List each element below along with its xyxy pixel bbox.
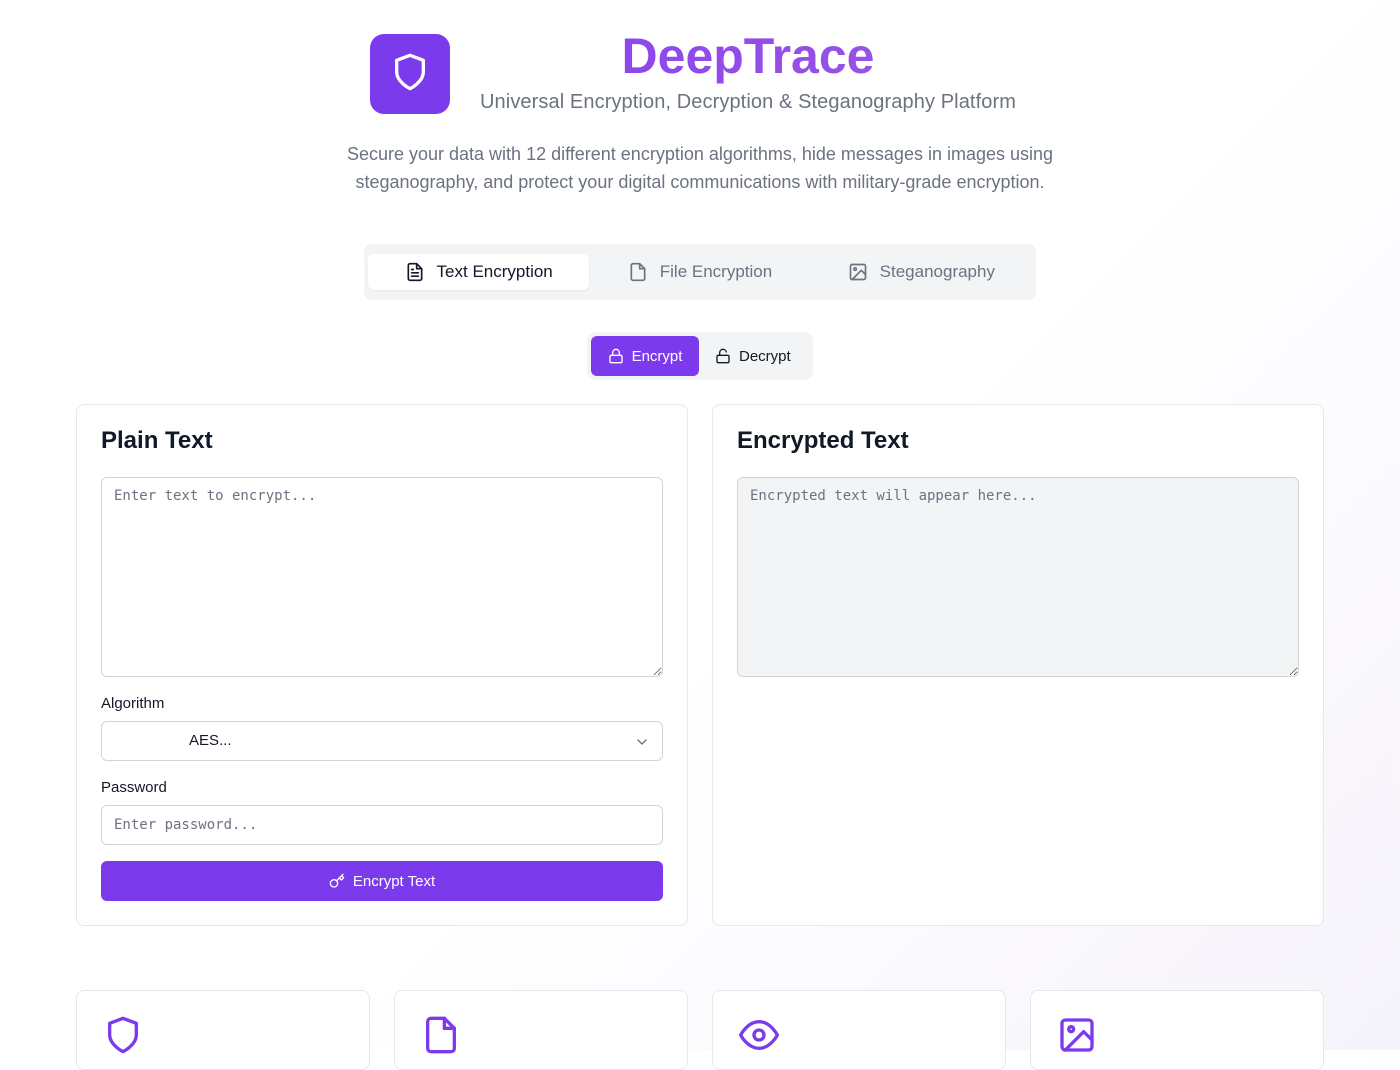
tab-label: Steganography [879,262,995,281]
file-icon [628,262,648,282]
shield-icon [390,52,430,97]
algorithm-select[interactable]: AES... [101,721,663,761]
decrypt-mode-button[interactable]: Decrypt [699,336,807,376]
plain-text-card: Plain Text Algorithm AES... Password Enc… [76,404,688,926]
encrypt-text-label: Encrypt Text [352,872,436,890]
algorithm-value: AES... [189,732,232,749]
tab-label: File Encryption [659,262,773,281]
file-text-icon [405,262,425,282]
plain-text-title: Plain Text [101,427,213,454]
feature-card [394,990,688,1070]
password-input[interactable] [101,805,663,845]
mode-label: Encrypt [631,347,683,365]
app-subtitle: Universal Encryption, Decryption & Stega… [480,91,1016,113]
unlock-icon [715,348,731,364]
mode-label: Decrypt [739,347,791,365]
encrypt-text-button[interactable]: Encrypt Text [101,861,663,901]
algorithm-label: Algorithm [101,695,165,712]
brand: DeepTrace Universal Encryption, Decrypti… [466,26,1030,116]
chevron-down-icon [634,734,650,750]
app-header: DeepTrace Universal Encryption, Decrypti… [0,0,1400,130]
tab-label: Text Encryption [436,262,553,281]
app-logo [370,34,450,114]
password-label: Password [101,779,167,796]
file-icon [421,1015,461,1055]
main-tabs: Text Encryption File Encryption Steganog… [364,244,1036,300]
eye-icon [739,1015,779,1055]
encrypted-text-output[interactable] [737,477,1299,677]
key-icon [329,873,345,889]
tab-steganography[interactable]: Steganography [811,254,1032,290]
feature-card [712,990,1006,1070]
encrypt-mode-button[interactable]: Encrypt [591,336,699,376]
mode-toggle: Encrypt Decrypt [587,332,813,380]
encrypted-text-title: Encrypted Text [737,427,909,454]
image-icon [1057,1015,1097,1055]
feature-card [76,990,370,1070]
shield-icon [103,1015,143,1055]
app-title: DeepTrace [466,26,1030,86]
feature-card [1030,990,1324,1070]
lock-icon [608,348,624,364]
app-description: Secure your data with 12 different encry… [346,144,1054,192]
image-icon [848,262,868,282]
plain-text-input[interactable] [101,477,663,677]
tab-file-encryption[interactable]: File Encryption [589,254,810,290]
tab-text-encryption[interactable]: Text Encryption [368,254,590,290]
encrypted-text-card: Encrypted Text [712,404,1324,926]
